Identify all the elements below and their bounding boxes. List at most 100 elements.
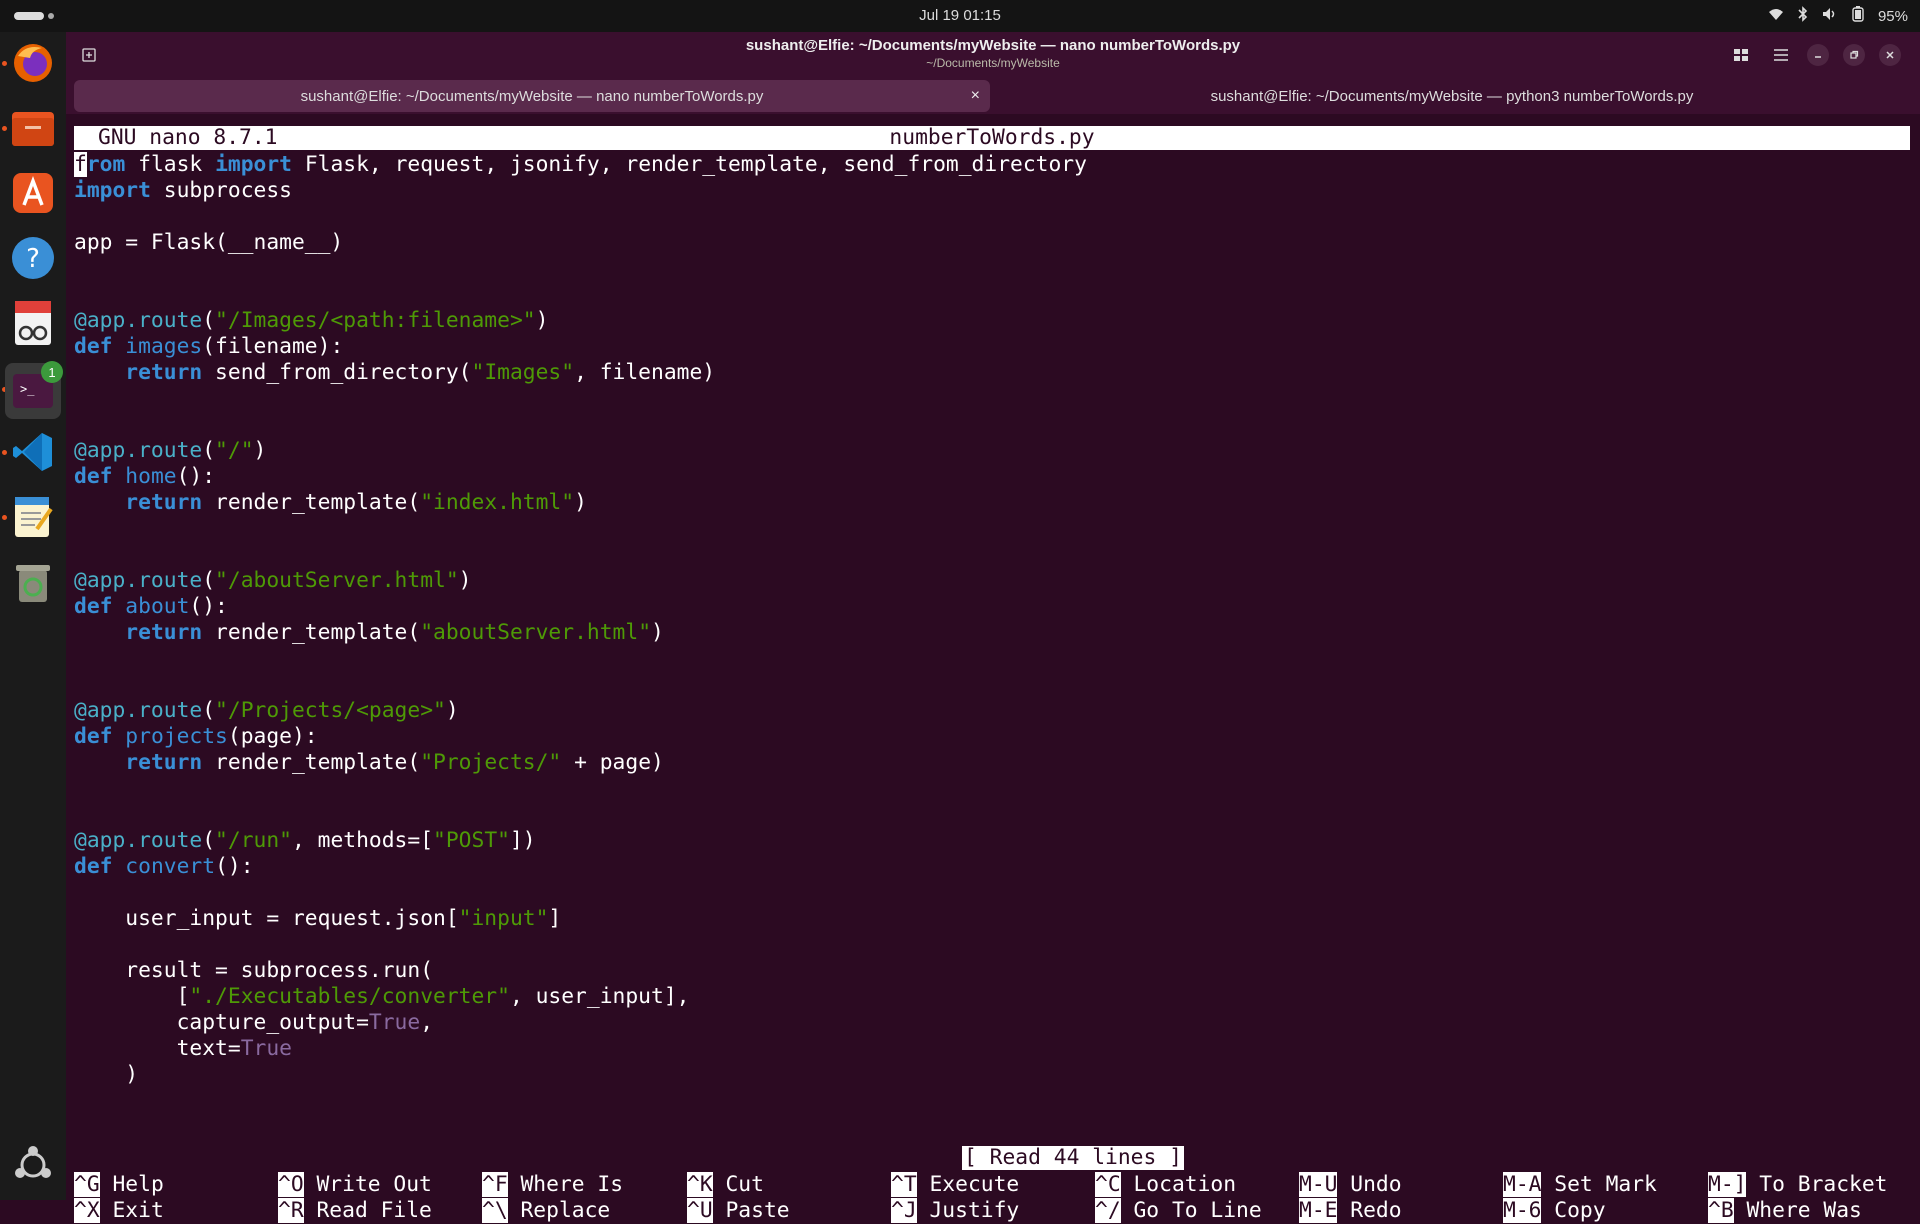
shortcut-item[interactable]: ^G Help	[74, 1172, 164, 1198]
close-icon[interactable]	[1879, 44, 1901, 66]
code-token: , filename)	[574, 360, 716, 385]
tab-nano[interactable]: sushant@Elfie: ~/Documents/myWebsite — n…	[74, 80, 990, 112]
tab-close-icon[interactable]: ×	[971, 87, 980, 105]
battery-percent[interactable]: 95%	[1878, 8, 1908, 25]
tab-bar: sushant@Elfie: ~/Documents/myWebsite — n…	[66, 78, 1920, 114]
header-bar[interactable]: sushant@Elfie: ~/Documents/myWebsite — n…	[66, 32, 1920, 78]
shortcut-item[interactable]: M-6 Copy	[1503, 1198, 1606, 1224]
volume-icon[interactable]	[1822, 7, 1838, 25]
code-line[interactable]: capture_output=True,	[74, 1010, 433, 1036]
code-line[interactable]: )	[74, 1062, 138, 1088]
code-line[interactable]: def home():	[74, 464, 215, 490]
code-token: app = Flask(__name__)	[74, 230, 344, 255]
running-indicator	[2, 515, 7, 520]
text-editor-icon[interactable]	[9, 493, 57, 541]
wifi-icon[interactable]	[1768, 7, 1784, 25]
terminal-icon[interactable]: >_ 1	[5, 361, 63, 419]
code-token: ():	[176, 464, 216, 489]
code-token: subprocess	[150, 178, 292, 203]
shortcut-key: ^G	[74, 1172, 100, 1197]
code-token: (filename):	[202, 334, 344, 359]
code-line[interactable]: def images(filename):	[74, 334, 343, 360]
trash-icon[interactable]	[9, 558, 57, 606]
code-token: capture_output=	[74, 1010, 369, 1035]
document-viewer-icon[interactable]	[9, 299, 57, 347]
code-token: )	[74, 1062, 139, 1087]
show-apps-icon[interactable]	[9, 1141, 57, 1189]
system-tray[interactable]: 95%	[1768, 6, 1908, 26]
code-line[interactable]: def convert():	[74, 854, 254, 880]
code-token: about	[125, 594, 190, 619]
code-line[interactable]: return render_template("index.html")	[74, 490, 587, 516]
minimize-icon[interactable]	[1807, 44, 1829, 66]
battery-icon[interactable]	[1852, 6, 1864, 26]
shortcut-item[interactable]: M-] To Bracket	[1708, 1172, 1888, 1198]
shortcut-item[interactable]: ^F Where Is	[482, 1172, 623, 1198]
nano-filename: numberToWords.py	[889, 125, 1095, 150]
shortcut-item[interactable]: ^J Justify	[891, 1198, 1019, 1224]
restore-icon[interactable]	[1843, 44, 1865, 66]
svg-text:>_: >_	[20, 382, 35, 396]
shortcut-label: Read File	[303, 1198, 432, 1223]
code-line[interactable]: import subprocess	[74, 178, 292, 204]
shortcut-item[interactable]: M-E Redo	[1299, 1198, 1402, 1224]
shortcut-item[interactable]: ^K Cut	[687, 1172, 764, 1198]
code-line[interactable]: def about():	[74, 594, 228, 620]
shortcut-item[interactable]: ^B Where Was	[1708, 1198, 1862, 1224]
tab-overview-icon[interactable]	[1730, 44, 1752, 66]
shortcut-key: ^J	[891, 1198, 917, 1223]
code-line[interactable]: user_input = request.json["input"]	[74, 906, 561, 932]
code-token: (page):	[227, 724, 318, 749]
code-token: + page)	[561, 750, 664, 775]
code-line[interactable]: ["./Executables/converter", user_input],	[74, 984, 690, 1010]
vscode-icon[interactable]	[9, 428, 57, 476]
shortcut-item[interactable]: ^U Paste	[687, 1198, 790, 1224]
shortcut-key: ^R	[278, 1198, 304, 1223]
shortcut-item[interactable]: ^R Read File	[278, 1198, 432, 1224]
help-icon[interactable]: ?	[9, 234, 57, 282]
shortcut-item[interactable]: ^X Exit	[74, 1198, 164, 1224]
shortcut-label: Set Mark	[1541, 1172, 1657, 1197]
shortcut-item[interactable]: ^\ Replace	[482, 1198, 610, 1224]
code-line[interactable]: text=True	[74, 1036, 292, 1062]
svg-text:?: ?	[26, 244, 40, 274]
terminal-content[interactable]: GNU nano 8.7.1 numberToWords.py from fla…	[74, 124, 1914, 1223]
bluetooth-icon[interactable]	[1798, 6, 1808, 26]
shortcut-item[interactable]: M-U Undo	[1299, 1172, 1402, 1198]
shortcut-item[interactable]: ^C Location	[1095, 1172, 1236, 1198]
code-line[interactable]: @app.route("/Projects/<page>")	[74, 698, 459, 724]
code-token: def	[74, 464, 113, 489]
code-line[interactable]: return render_template("aboutServer.html…	[74, 620, 664, 646]
code-line[interactable]: @app.route("/run", methods=["POST"])	[74, 828, 536, 854]
code-line[interactable]: def projects(page):	[74, 724, 318, 750]
clock[interactable]: Jul 19 01:15	[0, 7, 1920, 24]
menu-icon[interactable]	[1770, 44, 1792, 66]
code-line[interactable]: return send_from_directory("Images", fil…	[74, 360, 715, 386]
firefox-icon[interactable]	[9, 39, 57, 87]
shortcut-item[interactable]: ^/ Go To Line	[1095, 1198, 1262, 1224]
code-line[interactable]: @app.route("/")	[74, 438, 266, 464]
shortcut-label: Help	[99, 1172, 164, 1197]
files-icon[interactable]	[9, 104, 57, 152]
code-token: "/Images/<path:filename>"	[215, 308, 536, 333]
code-line[interactable]: return render_template("Projects/" + pag…	[74, 750, 664, 776]
code-line[interactable]: @app.route("/Images/<path:filename>")	[74, 308, 548, 334]
code-token: (	[202, 438, 216, 463]
shortcut-item[interactable]: ^T Execute	[891, 1172, 1019, 1198]
code-line[interactable]: result = subprocess.run(	[74, 958, 433, 984]
shortcut-label: Replace	[507, 1198, 611, 1223]
shortcut-label: Cut	[712, 1172, 764, 1197]
shortcut-item[interactable]: ^O Write Out	[278, 1172, 432, 1198]
app-center-icon[interactable]	[9, 169, 57, 217]
shortcut-key: ^F	[482, 1172, 508, 1197]
tab-python[interactable]: sushant@Elfie: ~/Documents/myWebsite — p…	[994, 80, 1910, 112]
code-line[interactable]: app = Flask(__name__)	[74, 230, 343, 256]
shortcut-item[interactable]: M-A Set Mark	[1503, 1172, 1657, 1198]
code-line[interactable]: from flask import Flask, request, jsonif…	[74, 152, 1087, 178]
code-token: import	[74, 178, 151, 203]
code-line[interactable]: @app.route("/aboutServer.html")	[74, 568, 472, 594]
code-token: )	[651, 620, 664, 645]
